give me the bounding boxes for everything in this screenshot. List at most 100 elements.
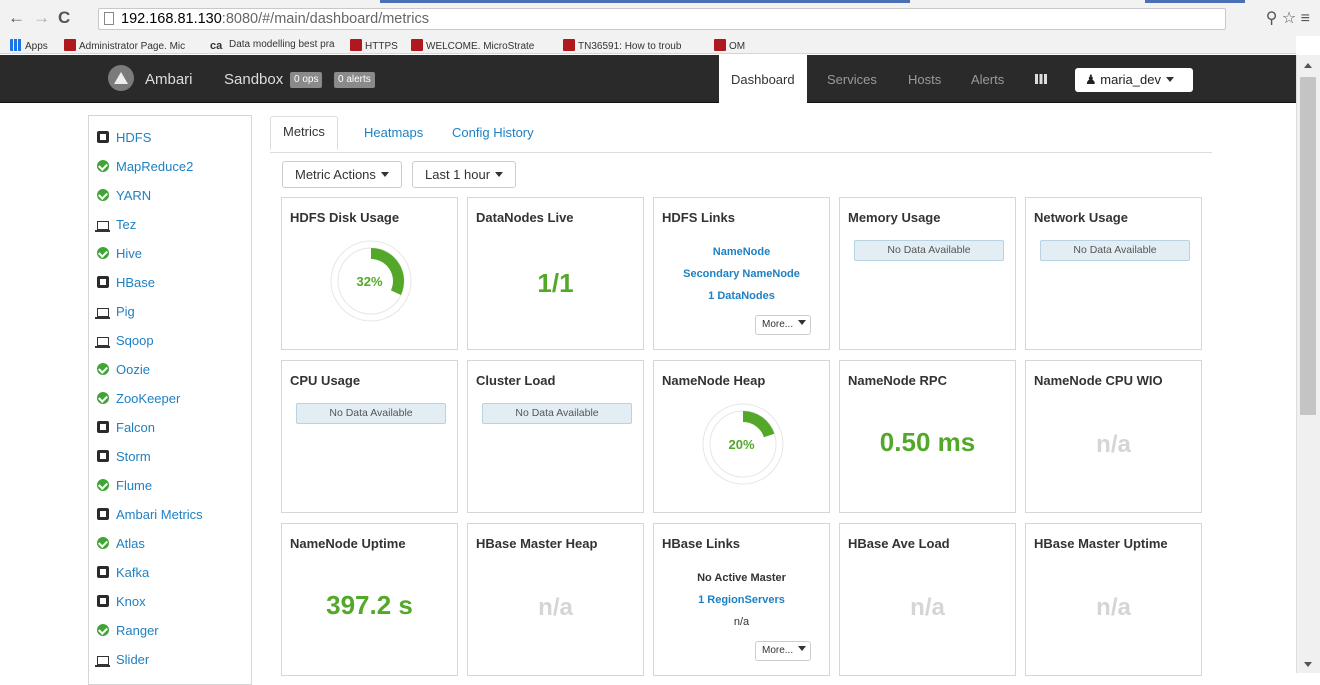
- cluster-name[interactable]: Sandbox: [224, 71, 283, 88]
- sidebar-item-hdfs[interactable]: HDFS: [97, 130, 151, 150]
- widget-hbase-master-heap[interactable]: HBase Master Heap n/a: [467, 523, 644, 676]
- maintenance-icon: [97, 131, 109, 143]
- nav-hosts[interactable]: Hosts: [908, 55, 941, 103]
- address-bar[interactable]: 192.168.81.130:8080/#/main/dashboard/met…: [98, 8, 1226, 30]
- widget-hbase-links: HBase Links No Active Master 1 RegionSer…: [653, 523, 830, 676]
- sidebar-item-label: Oozie: [116, 362, 150, 377]
- time-range-button[interactable]: Last 1 hour: [412, 161, 517, 188]
- nav-dashboard[interactable]: Dashboard: [719, 55, 807, 103]
- scroll-down-icon[interactable]: [1304, 662, 1312, 667]
- widget-namenode-rpc[interactable]: NameNode RPC 0.50 ms: [839, 360, 1016, 513]
- sidebar-item-falcon[interactable]: Falcon: [97, 420, 155, 440]
- back-icon[interactable]: ←: [8, 8, 25, 28]
- bookmark[interactable]: TN36591: How to troub: [563, 39, 681, 52]
- alerts-badge[interactable]: 0 alerts: [334, 72, 375, 88]
- sidebar-item-slider[interactable]: Slider: [95, 652, 149, 672]
- namenode-link[interactable]: NameNode: [654, 246, 829, 258]
- nav-alerts[interactable]: Alerts: [971, 55, 1004, 103]
- hbase-load-value: n/a: [910, 594, 945, 621]
- tab-heatmaps[interactable]: Heatmaps: [364, 125, 423, 140]
- sidebar-item-oozie[interactable]: Oozie: [97, 362, 150, 382]
- tab-config-history[interactable]: Config History: [452, 125, 534, 140]
- datanodes-link[interactable]: 1 DataNodes: [654, 290, 829, 302]
- sidebar-item-storm[interactable]: Storm: [97, 449, 151, 469]
- chevron-down-icon: [380, 172, 389, 177]
- regionservers-link[interactable]: 1 RegionServers: [654, 594, 829, 606]
- widget-network-usage[interactable]: Network Usage No Data Available: [1025, 197, 1202, 350]
- time-range-label: Last 1 hour: [425, 167, 491, 182]
- forward-icon[interactable]: →: [33, 8, 50, 28]
- widget-cluster-load[interactable]: Cluster Load No Data Available: [467, 360, 644, 513]
- chevron-down-icon: [798, 320, 807, 325]
- nav-services[interactable]: Services: [827, 55, 877, 103]
- widget-datanodes-live[interactable]: DataNodes Live 1/1: [467, 197, 644, 350]
- sidebar-item-atlas[interactable]: Atlas: [97, 536, 145, 556]
- sidebar-item-pig[interactable]: Pig: [95, 304, 135, 324]
- sidebar-item-kafka[interactable]: Kafka: [97, 565, 149, 585]
- apps-icon: [10, 39, 22, 51]
- chevron-down-icon: [1165, 77, 1174, 82]
- more-button[interactable]: More...: [755, 641, 811, 661]
- star-icon[interactable]: ☆: [1282, 10, 1296, 27]
- bookmark[interactable]: OM: [714, 39, 745, 52]
- widget-namenode-heap[interactable]: NameNode Heap 20%: [653, 360, 830, 513]
- hdfs-disk-percent: 32%: [356, 274, 383, 289]
- secondary-namenode-link[interactable]: Secondary NameNode: [654, 268, 829, 280]
- menu-icon[interactable]: ≡: [1301, 10, 1310, 27]
- maintenance-icon: [97, 276, 109, 288]
- widget-title: HBase Ave Load: [848, 536, 950, 551]
- widget-title: HDFS Links: [662, 210, 735, 225]
- sidebar-item-mapreduce2[interactable]: MapReduce2: [97, 159, 193, 179]
- bookmark-apps[interactable]: Apps: [10, 39, 48, 52]
- sidebar-item-flume[interactable]: Flume: [97, 478, 152, 498]
- bookmark-label: HTTPS: [365, 41, 398, 52]
- scroll-up-icon[interactable]: [1304, 63, 1312, 68]
- hbase-extra: n/a: [733, 616, 750, 628]
- sidebar-item-yarn[interactable]: YARN: [97, 188, 151, 208]
- bookmark[interactable]: WELCOME. MicroStrate: [411, 39, 534, 52]
- sidebar-item-hbase[interactable]: HBase: [97, 275, 155, 295]
- check-circle-icon: [97, 624, 109, 636]
- widget-namenode-uptime[interactable]: NameNode Uptime 397.2 s: [281, 523, 458, 676]
- widget-hdfs-disk-usage[interactable]: HDFS Disk Usage 32%: [281, 197, 458, 350]
- widget-memory-usage[interactable]: Memory Usage No Data Available: [839, 197, 1016, 350]
- extension-icon[interactable]: ⚲: [1266, 10, 1278, 27]
- widget-hbase-ave-load[interactable]: HBase Ave Load n/a: [839, 523, 1016, 676]
- sidebar-item-ambari-metrics[interactable]: Ambari Metrics: [97, 507, 203, 527]
- views-grid-icon[interactable]: [1035, 74, 1047, 84]
- url-host: 192.168.81.130: [121, 11, 222, 27]
- widget-namenode-cpu-wio[interactable]: NameNode CPU WIO n/a: [1025, 360, 1202, 513]
- sidebar-item-label: Ambari Metrics: [116, 507, 203, 522]
- sidebar-item-tez[interactable]: Tez: [95, 217, 136, 237]
- brand-name[interactable]: Ambari: [145, 71, 193, 88]
- sidebar-item-zookeeper[interactable]: ZooKeeper: [97, 391, 180, 411]
- widget-title: HBase Master Heap: [476, 536, 598, 551]
- m-icon: [411, 39, 423, 51]
- reload-icon[interactable]: C: [58, 8, 70, 28]
- sidebar-item-label: Knox: [116, 594, 146, 609]
- browser-menu[interactable]: ⚲ ☆ ≡: [1266, 8, 1310, 28]
- widget-cpu-usage[interactable]: CPU Usage No Data Available: [281, 360, 458, 513]
- bookmark-label: WELCOME. MicroStrate: [426, 41, 535, 52]
- widget-title: HBase Links: [662, 536, 741, 551]
- maintenance-icon: [97, 508, 109, 520]
- bookmark[interactable]: Administrator Page. Mic: [64, 39, 185, 52]
- user-menu-button[interactable]: ♟ maria_dev: [1075, 68, 1193, 92]
- sidebar-item-knox[interactable]: Knox: [97, 594, 146, 614]
- sidebar-item-ranger[interactable]: Ranger: [97, 623, 159, 643]
- page-scrollbar[interactable]: [1296, 55, 1320, 673]
- more-button[interactable]: More...: [755, 315, 811, 335]
- widget-hbase-master-uptime[interactable]: HBase Master Uptime n/a: [1025, 523, 1202, 676]
- sidebar-item-hive[interactable]: Hive: [97, 246, 142, 266]
- check-circle-icon: [97, 189, 109, 201]
- widget-title: NameNode Heap: [662, 373, 766, 388]
- ambari-logo-icon[interactable]: [108, 65, 134, 91]
- bookmark[interactable]: ca Data modelling best pra: [210, 39, 335, 52]
- scroll-thumb[interactable]: [1300, 77, 1316, 415]
- sidebar-item-sqoop[interactable]: Sqoop: [95, 333, 154, 353]
- ops-badge[interactable]: 0 ops: [290, 72, 323, 88]
- bookmark[interactable]: HTTPS: [350, 39, 398, 52]
- bookmark-label: OM: [729, 41, 746, 52]
- tab-metrics[interactable]: Metrics: [270, 116, 338, 150]
- metric-actions-button[interactable]: Metric Actions: [282, 161, 402, 188]
